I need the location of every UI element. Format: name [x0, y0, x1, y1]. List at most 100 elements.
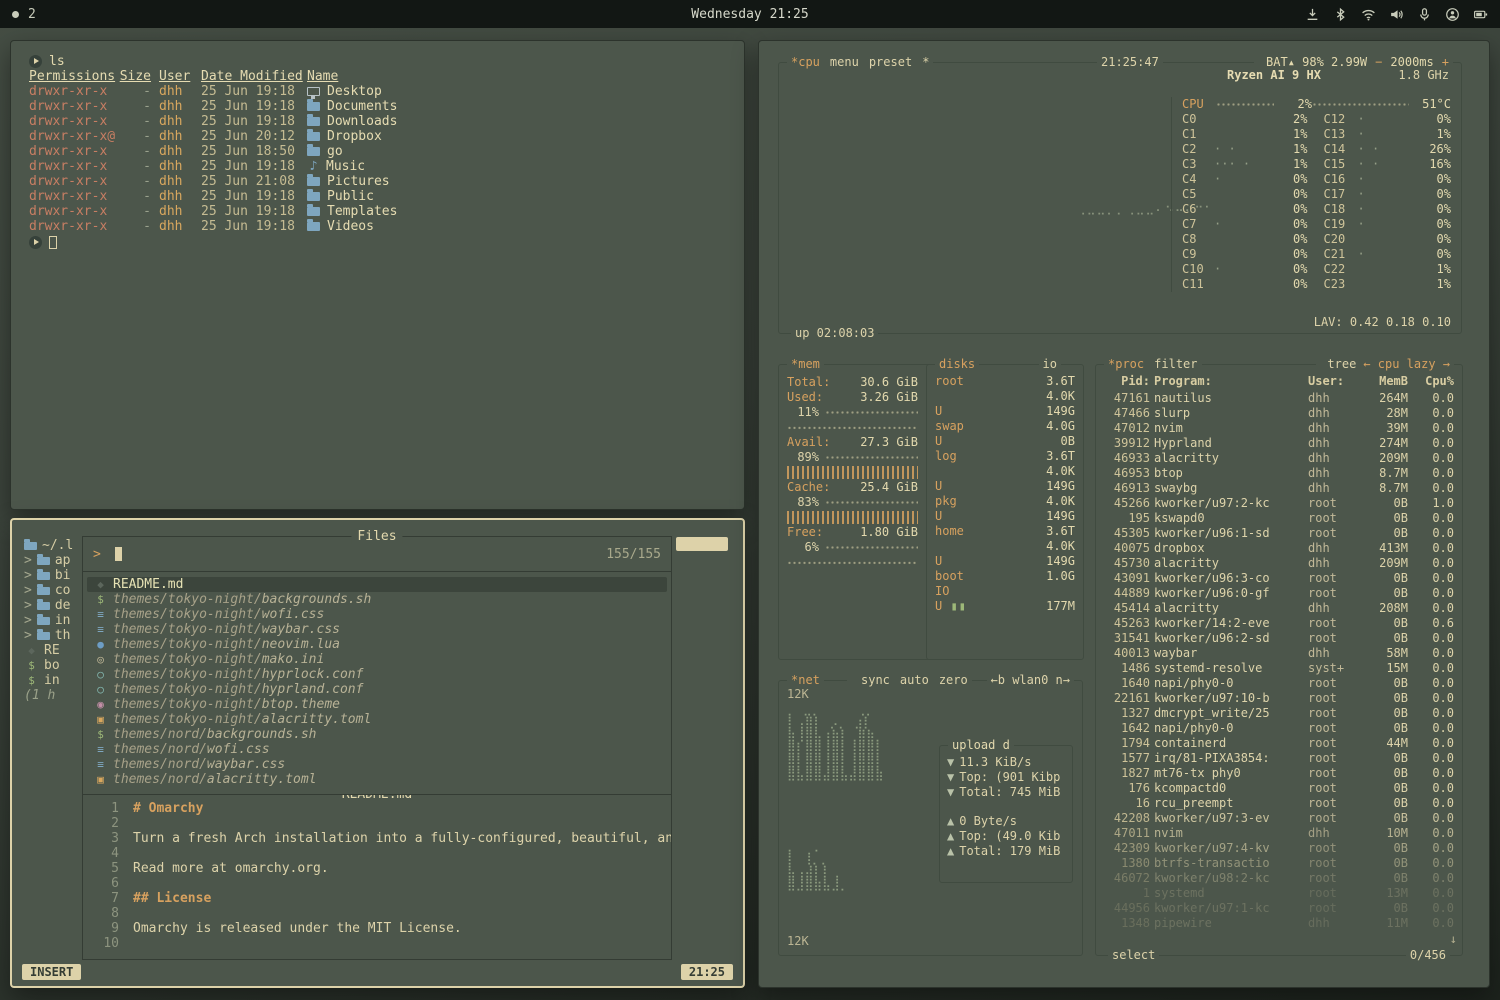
picker-item[interactable]: ≡themes/tokyo-night/wofi.css: [87, 607, 667, 622]
process-row[interactable]: 46913swaybgdhh8.7M0.0: [1104, 481, 1454, 496]
picker-item[interactable]: ●themes/tokyo-night/neovim.lua: [87, 637, 667, 652]
process-row[interactable]: 46072kworker/u98:2-kcroot0B0.0: [1104, 871, 1454, 886]
scroll-down-hint[interactable]: ↓: [1450, 932, 1457, 947]
tree-item[interactable]: >ap: [24, 553, 73, 568]
process-row[interactable]: 45266kworker/u97:2-kcroot0B1.0: [1104, 496, 1454, 511]
io-label[interactable]: io: [1039, 357, 1061, 372]
picker-item[interactable]: ◎themes/tokyo-night/mako.ini: [87, 652, 667, 667]
process-row[interactable]: 1577irq/81-PIXA3854:root0B0.0: [1104, 751, 1454, 766]
terminal-window-ls[interactable]: ls PermissionsSizeUserDate ModifiedName …: [10, 40, 745, 510]
process-row[interactable]: 45263kworker/14:2-everoot0B0.6: [1104, 616, 1454, 631]
user-icon[interactable]: [1445, 7, 1460, 22]
proc-header-pid[interactable]: Pid:: [1104, 374, 1150, 389]
interval-minus-button[interactable]: −: [1375, 55, 1382, 69]
picker-item[interactable]: ○themes/tokyo-night/hyprlock.conf: [87, 667, 667, 682]
updates-icon[interactable]: [1305, 7, 1320, 22]
volume-icon[interactable]: [1389, 7, 1404, 22]
tree-root[interactable]: ~/.l: [24, 538, 73, 553]
picker-input-box[interactable]: Files > 155/155: [82, 536, 672, 572]
picker-item[interactable]: $themes/tokyo-night/backgrounds.sh: [87, 592, 667, 607]
process-row[interactable]: 1640napi/phy0-0root0B0.0: [1104, 676, 1454, 691]
file-row: drwxr-xr-x-dhh25 Jun 18:50go: [29, 144, 744, 159]
process-row[interactable]: 42208kworker/u97:3-evroot0B0.0: [1104, 811, 1454, 826]
tree-item[interactable]: $bo: [24, 658, 73, 673]
picker-item[interactable]: ≡themes/nord/wofi.css: [87, 742, 667, 757]
process-row[interactable]: 43091kworker/u96:3-coroot0B0.0: [1104, 571, 1454, 586]
proc-header-cpu[interactable]: Cpu%: [1412, 374, 1454, 389]
picker-item[interactable]: $themes/nord/backgrounds.sh: [87, 727, 667, 742]
btop-window[interactable]: *cpumenupreset* 21:25:47 BAT▴ 98% 2.99W−…: [758, 40, 1490, 988]
wifi-icon[interactable]: [1361, 7, 1376, 22]
picker-item[interactable]: ◆README.md: [87, 577, 667, 592]
tree-item[interactable]: $in: [24, 673, 73, 688]
process-row[interactable]: 1systemdroot13M0.0: [1104, 886, 1454, 901]
process-row[interactable]: 46933alacrittydhh209M0.0: [1104, 451, 1454, 466]
tree-toggle[interactable]: tree: [1327, 357, 1356, 371]
tree-item[interactable]: ◆RE: [24, 643, 73, 658]
mic-icon[interactable]: [1417, 7, 1432, 22]
neovim-window[interactable]: ~/.l>ap>bi>co>de>in>th◆RE$bo$in(1 h File…: [10, 518, 745, 988]
picker-item[interactable]: ▣themes/nord/alacritty.toml: [87, 772, 667, 787]
process-row[interactable]: 31541kworker/u96:2-sdroot0B0.0: [1104, 631, 1454, 646]
process-row[interactable]: 1348pipewiredhh11M0.0: [1104, 916, 1454, 931]
process-row[interactable]: 16rcu_preemptroot0B0.0: [1104, 796, 1454, 811]
core-row: C4·0%C16·0%: [1182, 172, 1451, 187]
net-interface[interactable]: ←b wlan0 n→: [987, 673, 1074, 688]
tree-item[interactable]: >in: [24, 613, 73, 628]
picker-item[interactable]: ○themes/tokyo-night/hyprland.conf: [87, 682, 667, 697]
process-row[interactable]: 45730alacrittydhh209M0.0: [1104, 556, 1454, 571]
process-row[interactable]: 195kswapd0root0B0.0: [1104, 511, 1454, 526]
file-permissions: drwxr-xr-x@: [29, 129, 109, 144]
folder-icon: [37, 617, 50, 625]
process-row[interactable]: 40013waybardhh58M0.0: [1104, 646, 1454, 661]
process-row[interactable]: 22161kworker/u97:10-broot0B0.0: [1104, 691, 1454, 706]
process-row[interactable]: 42309kworker/u97:4-kvroot0B0.0: [1104, 841, 1454, 856]
process-row[interactable]: 1827mt76-tx phy0root0B0.0: [1104, 766, 1454, 781]
select-hint[interactable]: select: [1108, 948, 1159, 963]
picker-item[interactable]: ◉themes/tokyo-night/btop.theme: [87, 697, 667, 712]
process-row[interactable]: 44889kworker/u96:0-gfroot0B0.0: [1104, 586, 1454, 601]
process-row[interactable]: 47012nvimdhh39M0.0: [1104, 421, 1454, 436]
folder-icon: [37, 587, 50, 595]
net-mode-button[interactable]: zero: [939, 673, 968, 687]
battery-icon[interactable]: [1473, 7, 1488, 22]
filter-button[interactable]: filter: [1154, 357, 1197, 371]
core-row: C2· ·1%C14· ·26%: [1182, 142, 1451, 157]
process-row[interactable]: 176kcompactd0root0B0.0: [1104, 781, 1454, 796]
tree-item[interactable]: >bi: [24, 568, 73, 583]
proc-header-program[interactable]: Program:: [1154, 374, 1304, 389]
process-row[interactable]: 1380btrfs-transactioroot0B0.0: [1104, 856, 1454, 871]
process-row[interactable]: 45305kworker/u96:1-sdroot0B0.0: [1104, 526, 1454, 541]
process-row[interactable]: 1794containerdroot44M0.0: [1104, 736, 1454, 751]
process-row[interactable]: 45414alacrittydhh208M0.0: [1104, 601, 1454, 616]
process-row[interactable]: 47161nautilusdhh264M0.0: [1104, 391, 1454, 406]
process-row[interactable]: 39912Hyprlanddhh274M0.0: [1104, 436, 1454, 451]
process-row[interactable]: 47011nvimdhh10M0.0: [1104, 826, 1454, 841]
core-row: C10·0%C221%: [1182, 262, 1451, 277]
proc-header-user[interactable]: User:: [1308, 374, 1354, 389]
process-row[interactable]: 44956kworker/u97:1-kcroot0B0.0: [1104, 901, 1454, 916]
ls-column-header: Permissions: [29, 69, 109, 84]
tree-item[interactable]: (1 h: [24, 688, 73, 703]
theme-icon: ◉: [93, 698, 108, 711]
picker-item[interactable]: ≡themes/nord/waybar.css: [87, 757, 667, 772]
interval-plus-button[interactable]: +: [1442, 55, 1449, 69]
process-row[interactable]: 1486systemd-resolvesyst+15M0.0: [1104, 661, 1454, 676]
proc-sort-options[interactable]: ← cpu lazy →: [1363, 357, 1450, 371]
bluetooth-icon[interactable]: [1333, 7, 1348, 22]
picker-item[interactable]: ≡themes/tokyo-night/waybar.css: [87, 622, 667, 637]
net-mode-button[interactable]: sync: [861, 673, 890, 687]
menu-item[interactable]: preset: [869, 55, 912, 69]
process-row[interactable]: 46953btopdhh8.7M0.0: [1104, 466, 1454, 481]
tree-item[interactable]: >th: [24, 628, 73, 643]
net-mode-button[interactable]: auto: [900, 673, 929, 687]
menu-item[interactable]: menu: [830, 55, 859, 69]
process-row[interactable]: 1327dmcrypt_write/25root0B0.0: [1104, 706, 1454, 721]
picker-item[interactable]: ▣themes/tokyo-night/alacritty.toml: [87, 712, 667, 727]
process-row[interactable]: 47466slurpdhh28M0.0: [1104, 406, 1454, 421]
tree-item[interactable]: >co: [24, 583, 73, 598]
process-row[interactable]: 40075dropboxdhh413M0.0: [1104, 541, 1454, 556]
tree-item[interactable]: >de: [24, 598, 73, 613]
process-row[interactable]: 1642napi/phy0-0root0B0.0: [1104, 721, 1454, 736]
proc-header-mem[interactable]: MemB: [1358, 374, 1408, 389]
